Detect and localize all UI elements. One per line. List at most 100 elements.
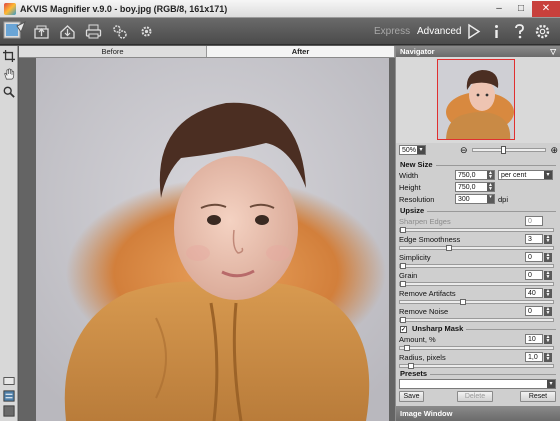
- image-canvas[interactable]: [19, 58, 395, 421]
- preset-save-button[interactable]: Save: [399, 391, 424, 402]
- tab-after[interactable]: After: [207, 46, 395, 57]
- tab-before[interactable]: Before: [19, 46, 207, 57]
- slider-knob[interactable]: [400, 263, 406, 269]
- resolution-label: Resolution: [399, 195, 435, 204]
- spinner-arrows-icon[interactable]: ▲ ▼: [544, 289, 552, 298]
- zoom-slider[interactable]: [471, 146, 547, 154]
- zoom-slider-knob[interactable]: [500, 146, 506, 154]
- sharpen-edges-input[interactable]: 0: [525, 216, 543, 226]
- height-row: Height 750,0 ▲ ▼: [397, 182, 559, 193]
- zoom-select[interactable]: 50% ▾: [399, 145, 427, 155]
- remove-artifacts-input[interactable]: 40: [525, 288, 543, 298]
- navigator-header: Navigator ▽: [396, 46, 560, 57]
- image-window-header[interactable]: Image Window: [396, 406, 560, 421]
- amount-input[interactable]: 10: [525, 334, 543, 344]
- height-label: Height: [399, 183, 421, 192]
- zoom-out-icon[interactable]: ⊖: [460, 145, 468, 156]
- slider-knob[interactable]: [460, 299, 466, 305]
- grain-row: Grain 0 ▲ ▼: [397, 270, 559, 281]
- unit-select[interactable]: per cent ▾: [498, 170, 553, 180]
- height-input[interactable]: 750,0 ▲ ▼: [455, 182, 495, 192]
- width-row: Width 750,0 ▲ ▼ per cent ▾: [397, 170, 559, 181]
- width-input[interactable]: 750,0 ▲ ▼: [455, 170, 495, 180]
- slider-knob[interactable]: [400, 317, 406, 323]
- spinner-arrows-icon[interactable]: ▲ ▼: [544, 307, 552, 316]
- akvis-logo-icon: [3, 20, 27, 42]
- slider-knob[interactable]: [446, 245, 452, 251]
- app-logo-icon: [4, 2, 16, 15]
- preferences-gears-icon[interactable]: [137, 22, 156, 41]
- preset-reset-button[interactable]: Reset: [520, 391, 556, 402]
- save-image-icon[interactable]: [58, 22, 77, 41]
- spinner-arrows-icon[interactable]: ▲ ▼: [544, 353, 552, 362]
- edge-smoothness-input[interactable]: 3: [525, 234, 543, 244]
- spinner-arrows-icon[interactable]: ▲ ▼: [544, 235, 552, 244]
- remove-noise-slider[interactable]: [399, 317, 554, 323]
- new-size-section: New Size: [397, 160, 559, 170]
- maximize-button[interactable]: □: [510, 1, 532, 17]
- open-image-icon[interactable]: [32, 22, 51, 41]
- upsize-section: Upsize: [397, 206, 559, 216]
- edge-smoothness-slider[interactable]: [399, 245, 554, 251]
- presets-section: Presets: [397, 369, 559, 379]
- simplicity-slider[interactable]: [399, 263, 554, 269]
- remove-noise-input[interactable]: 0: [525, 306, 543, 316]
- advanced-mode-button[interactable]: Advanced: [417, 26, 461, 37]
- grain-label: Grain: [399, 271, 418, 280]
- edge-smoothness-value: 3: [528, 236, 532, 243]
- spinner-arrows-icon[interactable]: ▲ ▼: [544, 271, 552, 280]
- chevron-down-icon[interactable]: ▾: [487, 195, 494, 203]
- print-icon[interactable]: [84, 22, 103, 41]
- hand-tool-icon[interactable]: [2, 67, 16, 81]
- crop-tool-icon[interactable]: [2, 49, 16, 63]
- slider-knob[interactable]: [400, 281, 406, 287]
- slider-knob[interactable]: [404, 345, 410, 351]
- view-single-icon[interactable]: [2, 374, 16, 388]
- remove-artifacts-slider[interactable]: [399, 299, 554, 305]
- tools-sidebar: [0, 46, 18, 421]
- window-title: AKVIS Magnifier v.9.0 - boy.jpg (RGB/8, …: [20, 3, 228, 14]
- remove-noise-row: Remove Noise 0 ▲ ▼: [397, 306, 559, 317]
- minimize-button[interactable]: –: [488, 1, 510, 17]
- batch-processing-icon[interactable]: [110, 22, 129, 41]
- simplicity-input[interactable]: 0: [525, 252, 543, 262]
- resolution-unit: dpi: [498, 195, 509, 204]
- run-processing-icon[interactable]: [464, 22, 483, 41]
- spinner-arrows-icon[interactable]: ▲ ▼: [544, 253, 552, 262]
- grain-input[interactable]: 0: [525, 270, 543, 280]
- spinner-arrows-icon[interactable]: ▲ ▼: [487, 171, 494, 180]
- view-frame[interactable]: [437, 59, 515, 140]
- help-icon[interactable]: [510, 22, 529, 41]
- chevron-down-icon: ▾: [417, 146, 426, 154]
- grain-slider[interactable]: [399, 281, 554, 287]
- amount-slider[interactable]: [399, 345, 554, 351]
- sharpen-edges-slider[interactable]: [399, 227, 554, 233]
- resolution-input[interactable]: 300 ▾: [455, 194, 495, 204]
- simplicity-value: 0: [528, 254, 532, 261]
- zoom-in-icon[interactable]: ⊕: [550, 145, 558, 156]
- preset-delete-button[interactable]: Delete: [457, 391, 493, 402]
- close-button[interactable]: ✕: [532, 0, 560, 17]
- zoom-tool-icon[interactable]: [2, 85, 16, 99]
- spinner-arrows-icon[interactable]: ▲ ▼: [544, 335, 552, 344]
- express-mode-button[interactable]: Express: [374, 26, 410, 37]
- main-toolbar: Express Advanced: [0, 18, 560, 45]
- title-bar: AKVIS Magnifier v.9.0 - boy.jpg (RGB/8, …: [0, 0, 560, 18]
- zoom-value: 50%: [402, 147, 417, 154]
- info-icon[interactable]: [487, 22, 506, 41]
- settings-gear-icon[interactable]: [533, 22, 552, 41]
- radius-input[interactable]: 1,0: [525, 352, 543, 362]
- navigator-preview[interactable]: [396, 57, 560, 143]
- background-color-icon[interactable]: [2, 404, 16, 418]
- radius-slider[interactable]: [399, 363, 554, 369]
- slider-knob[interactable]: [400, 227, 406, 233]
- spinner-arrows-icon[interactable]: ▲ ▼: [487, 183, 494, 192]
- sharpen-edges-row: Sharpen Edges 0: [397, 216, 559, 227]
- presets-select[interactable]: ▾: [399, 379, 556, 389]
- unsharp-mask-checkbox[interactable]: ✓: [400, 325, 407, 333]
- collapse-icon[interactable]: ▽: [550, 46, 556, 57]
- radius-value: 1,0: [528, 354, 538, 361]
- edge-smoothness-row: Edge Smoothness 3 ▲ ▼: [397, 234, 559, 245]
- view-split-icon[interactable]: [2, 389, 16, 403]
- width-value: 750,0: [458, 172, 476, 179]
